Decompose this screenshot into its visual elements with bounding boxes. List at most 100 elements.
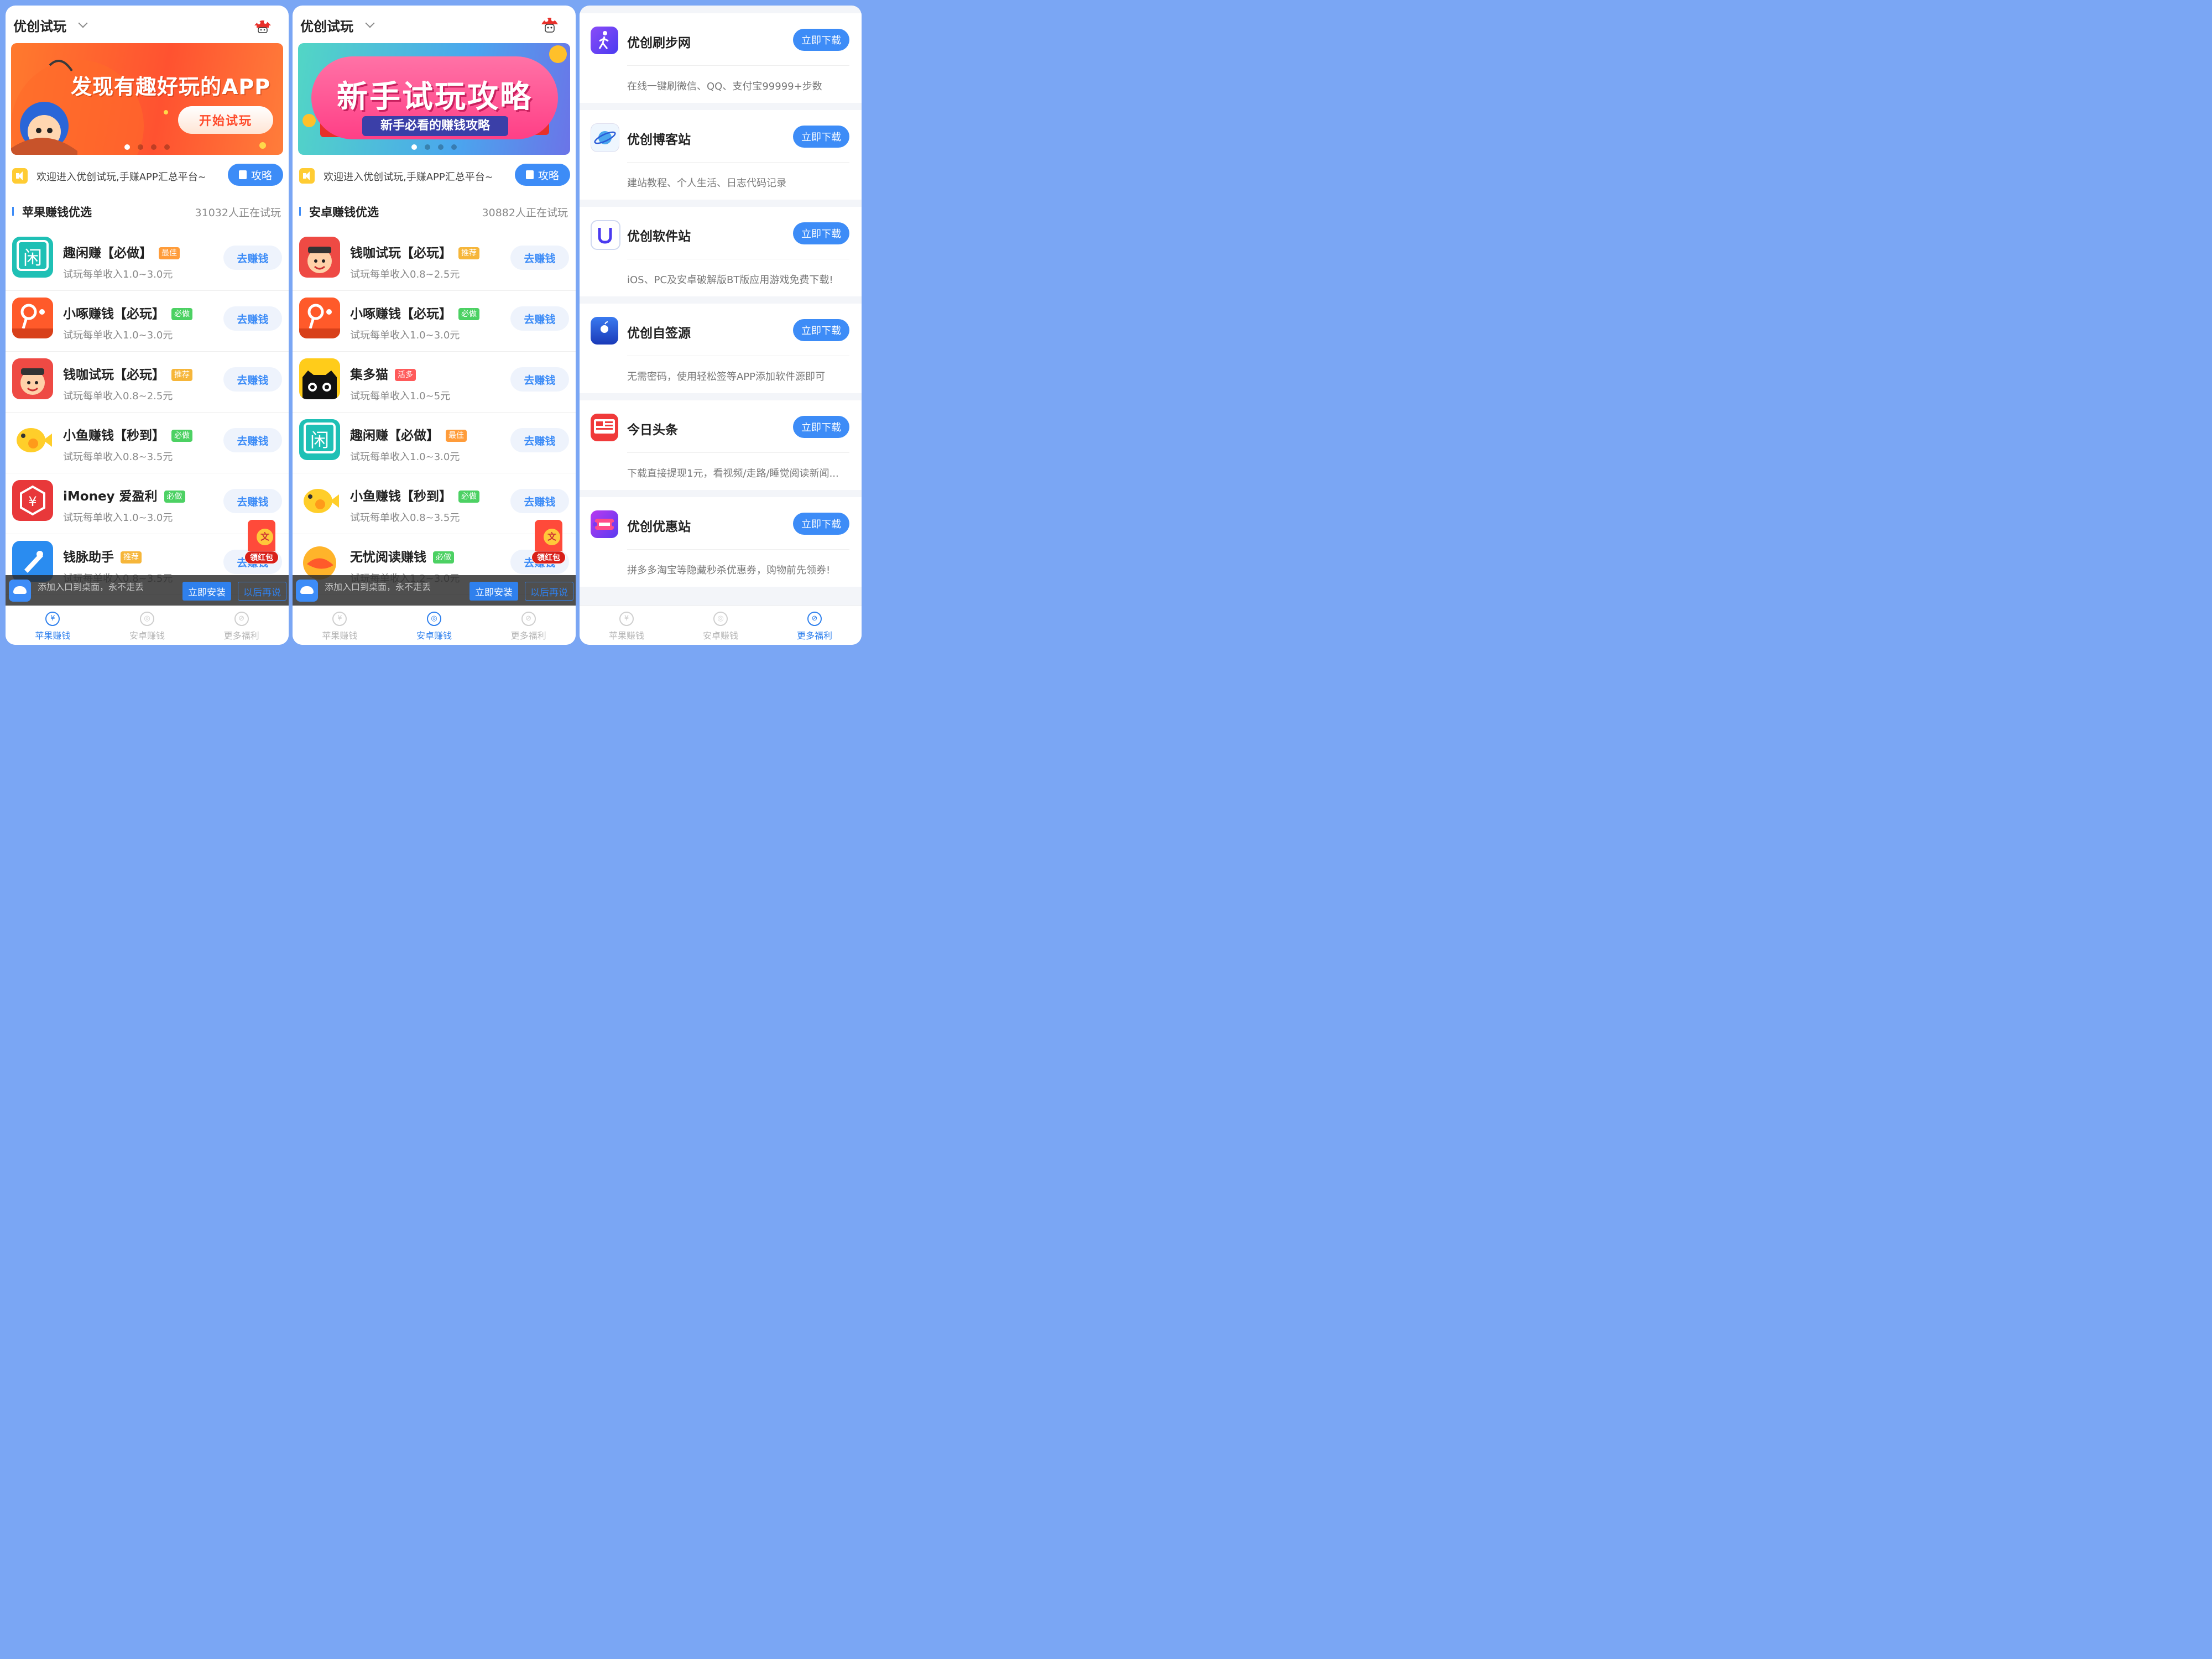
tab-apple-earn[interactable]: ¥ 苹果赚钱 <box>293 606 387 645</box>
guide-button[interactable]: 攻略 <box>228 164 283 186</box>
app-name-text: 钱咖试玩【必玩】 <box>63 368 165 382</box>
badge: 必做 <box>171 430 192 442</box>
later-button[interactable]: 以后再说 <box>525 582 573 601</box>
tab-label: 苹果赚钱 <box>322 630 358 641</box>
earning-range: 试玩每单收入0.8~2.5元 <box>350 269 460 280</box>
list-item[interactable]: 优创软件站 立即下载 iOS、PC及安卓破解版BT版应用游戏免费下载! <box>580 207 862 296</box>
earning-range: 试玩每单收入0.8~3.5元 <box>63 451 173 463</box>
tab-apple-earn[interactable]: ¥ 苹果赚钱 <box>6 606 100 645</box>
planet-icon <box>591 123 619 152</box>
tab-android-earn[interactable]: ◎ 安卓赚钱 <box>674 606 768 645</box>
tab-more-benefits[interactable]: ⊘ 更多福利 <box>768 606 862 645</box>
list-item[interactable]: 集多猫 活多 试玩每单收入1.0~5元 去赚钱 <box>293 352 576 413</box>
earning-range: 试玩每单收入1.0~3.0元 <box>350 330 460 341</box>
bottom-tab-bar: ¥ 苹果赚钱 ◎ 安卓赚钱 ⊘ 更多福利 <box>580 606 862 645</box>
install-prompt-text: 添加入口到桌面，永不走丢 <box>325 582 431 592</box>
app-title[interactable]: 优创试玩 <box>13 15 66 35</box>
header: 优创试玩 <box>6 6 289 43</box>
download-button[interactable]: 立即下载 <box>793 29 849 51</box>
download-button[interactable]: 立即下载 <box>793 513 849 535</box>
list-item[interactable]: 闲 趣闲赚【必做】 最佳 试玩每单收入1.0~3.0元 去赚钱 <box>293 413 576 473</box>
list-item[interactable]: 钱咖试玩【必玩】 推荐 试玩每单收入0.8~2.5元 去赚钱 <box>6 352 289 413</box>
download-button[interactable]: 立即下载 <box>793 319 849 341</box>
carousel-dot[interactable] <box>425 144 430 150</box>
yen-icon: ¥ <box>619 612 634 626</box>
tab-android-earn[interactable]: ◎ 安卓赚钱 <box>100 606 195 645</box>
guide-button[interactable]: 攻略 <box>515 164 570 186</box>
list-item[interactable]: 优创刷步网 立即下载 在线一键刷微信、QQ、支付宝99999+步数 <box>580 13 862 103</box>
app-name-text: 小啄赚钱【必玩】 <box>63 307 165 321</box>
xiaoyu-icon <box>299 480 340 521</box>
carousel-dot[interactable] <box>451 144 457 150</box>
carousel-dots <box>11 142 283 152</box>
earn-button[interactable]: 去赚钱 <box>510 367 569 392</box>
tab-label: 更多福利 <box>223 630 259 641</box>
chevron-down-icon[interactable] <box>78 18 88 28</box>
list-item[interactable]: 小鱼赚钱【秒到】 必做 试玩每单收入0.8~3.5元 去赚钱 <box>6 413 289 473</box>
earn-button[interactable]: 去赚钱 <box>510 489 569 513</box>
compass-icon: ⊘ <box>234 612 249 626</box>
divider <box>627 65 849 66</box>
tab-more-benefits[interactable]: ⊘ 更多福利 <box>194 606 289 645</box>
section-title: 安卓赚钱优选 <box>309 206 379 219</box>
carousel-dot[interactable] <box>164 144 170 150</box>
section-header: 安卓赚钱优选 30882人正在试玩 <box>298 202 569 219</box>
red-packet-float[interactable]: 文 領红包 <box>531 520 566 567</box>
notice-bar: 欢迎进入优创试玩,手赚APP汇总平台~ 攻略 <box>11 164 283 186</box>
list-item[interactable]: 优创优惠站 立即下载 拼多多淘宝等隐藏秒杀优惠券，购物前先领券! <box>580 497 862 587</box>
red-packet-float[interactable]: 文 領红包 <box>244 520 279 567</box>
tab-apple-earn[interactable]: ¥ 苹果赚钱 <box>580 606 674 645</box>
download-button[interactable]: 立即下载 <box>793 126 849 148</box>
list-item[interactable]: 优创博客站 立即下载 建站教程、个人生活、日志代码记录 <box>580 110 862 200</box>
carousel-dot[interactable] <box>411 144 417 150</box>
tab-label: 安卓赚钱 <box>129 630 165 641</box>
earn-button[interactable]: 去赚钱 <box>223 306 282 331</box>
player-count: 30882人正在试玩 <box>482 207 568 219</box>
earn-button[interactable]: 去赚钱 <box>223 246 282 270</box>
guide-label: 攻略 <box>538 169 559 182</box>
card-title: 今日头条 <box>627 423 678 437</box>
list-item[interactable]: 今日头条 立即下载 下载直接提现1元，看视频/走路/睡觉阅读新闻... <box>580 400 862 490</box>
list-item[interactable]: 小啄赚钱【必玩】 必做 试玩每单收入1.0~3.0元 去赚钱 <box>293 291 576 352</box>
app-name: 小鱼赚钱【秒到】 必做 <box>63 425 192 444</box>
notice-text: 欢迎进入优创试玩,手赚APP汇总平台~ <box>324 171 493 183</box>
chevron-down-icon[interactable] <box>365 18 375 28</box>
install-now-button[interactable]: 立即安装 <box>182 582 231 601</box>
app-name-text: 小鱼赚钱【秒到】 <box>63 429 165 443</box>
carousel-dot[interactable] <box>124 144 130 150</box>
later-button[interactable]: 以后再说 <box>238 582 286 601</box>
app-title[interactable]: 优创试玩 <box>300 15 353 35</box>
mushroom-icon[interactable] <box>253 18 272 33</box>
carousel-dot[interactable] <box>151 144 156 150</box>
app-name-text: 趣闲赚【必做】 <box>63 246 152 260</box>
carousel-dot[interactable] <box>438 144 444 150</box>
earn-button[interactable]: 去赚钱 <box>223 428 282 452</box>
download-button[interactable]: 立即下载 <box>793 222 849 244</box>
notice-bar: 欢迎进入优创试玩,手赚APP汇总平台~ 攻略 <box>298 164 570 186</box>
list-item[interactable]: 闲 趣闲赚【必做】 最佳 试玩每单收入1.0~3.0元 去赚钱 <box>6 230 289 291</box>
earn-button[interactable]: 去赚钱 <box>510 428 569 452</box>
app-name: 钱咖试玩【必玩】 推荐 <box>63 364 192 383</box>
earn-button[interactable]: 去赚钱 <box>510 306 569 331</box>
earn-button[interactable]: 去赚钱 <box>223 489 282 513</box>
promo-banner[interactable]: 发现有趣好玩的APP 开始试玩 <box>11 43 283 155</box>
start-trial-button[interactable]: 开始试玩 <box>178 106 273 134</box>
banner-headline: 发现有趣好玩的APP <box>71 75 271 99</box>
app-name-text: 小啄赚钱【必玩】 <box>350 307 452 321</box>
mushroom-icon[interactable] <box>540 14 559 33</box>
earn-button[interactable]: 去赚钱 <box>510 246 569 270</box>
list-item[interactable]: 优创自签源 立即下载 无需密码，使用轻松签等APP添加软件源即可 <box>580 304 862 393</box>
download-button[interactable]: 立即下载 <box>793 416 849 438</box>
xiaozhuo-icon <box>299 298 340 338</box>
badge: 必做 <box>171 308 192 320</box>
earn-button[interactable]: 去赚钱 <box>223 367 282 392</box>
list-item[interactable]: 钱咖试玩【必玩】 推荐 试玩每单收入0.8~2.5元 去赚钱 <box>293 230 576 291</box>
carousel-dot[interactable] <box>138 144 143 150</box>
promo-banner[interactable]: 新手试玩攻略 新手必看的赚钱攻略 <box>298 43 570 155</box>
tab-android-earn[interactable]: ◎ 安卓赚钱 <box>387 606 482 645</box>
list-item[interactable]: 小啄赚钱【必玩】 必做 试玩每单收入1.0~3.0元 去赚钱 <box>6 291 289 352</box>
tab-more-benefits[interactable]: ⊘ 更多福利 <box>481 606 576 645</box>
install-now-button[interactable]: 立即安装 <box>469 582 518 601</box>
card-title: 优创自签源 <box>627 326 691 341</box>
badge: 必做 <box>458 308 479 320</box>
